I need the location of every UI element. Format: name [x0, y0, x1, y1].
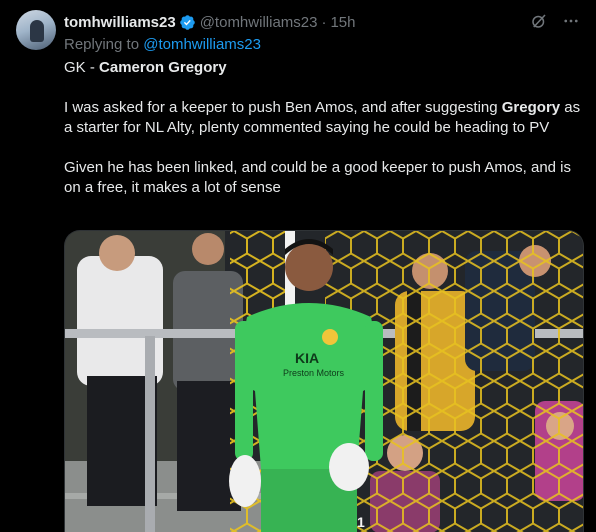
reply-to-link[interactable]: @tomhwilliams23	[143, 36, 261, 53]
more-options-icon[interactable]	[562, 12, 580, 30]
reply-prefix: Replying to	[64, 36, 140, 53]
avatar-figure	[30, 20, 44, 42]
avatar[interactable]	[16, 10, 56, 50]
user-handle[interactable]: @tomhwilliams23	[200, 14, 318, 31]
tweet-header: tomhwilliams23 @tomhwilliams23 · 15h	[64, 12, 580, 32]
shirt-sponsor: KIA	[295, 350, 319, 366]
tweet-paragraph-3: Given he has been linked, and could be a…	[64, 159, 572, 196]
player-name: Cameron Gregory	[99, 59, 227, 76]
shirt-sub-sponsor: Preston Motors	[283, 368, 345, 378]
reply-context: Replying to @tomhwilliams23	[64, 36, 261, 53]
para2-bold: Gregory	[501, 99, 561, 116]
header-actions	[530, 12, 580, 30]
grok-icon[interactable]	[530, 12, 548, 30]
para2-text-a: I was asked for a keeper to push Ben Amo…	[64, 99, 502, 116]
verified-badge-icon[interactable]	[179, 14, 196, 31]
separator-dot: ·	[321, 13, 327, 31]
timestamp[interactable]: 15h	[330, 14, 355, 31]
display-name[interactable]: tomhwilliams23	[64, 14, 176, 31]
position-prefix: GK -	[64, 59, 100, 76]
tweet-text: GK - Cameron Gregory I was asked for a k…	[64, 58, 584, 218]
photo-scene: KIA Preston Motors 1	[65, 231, 583, 532]
shirt-number: 1	[357, 514, 365, 530]
tweet-media-photo[interactable]: KIA Preston Motors 1	[64, 230, 584, 532]
tweet-paragraph-2: I was asked for a keeper to push Ben Amo…	[64, 98, 584, 138]
tweet-line-1: GK - Cameron Gregory	[64, 58, 584, 78]
